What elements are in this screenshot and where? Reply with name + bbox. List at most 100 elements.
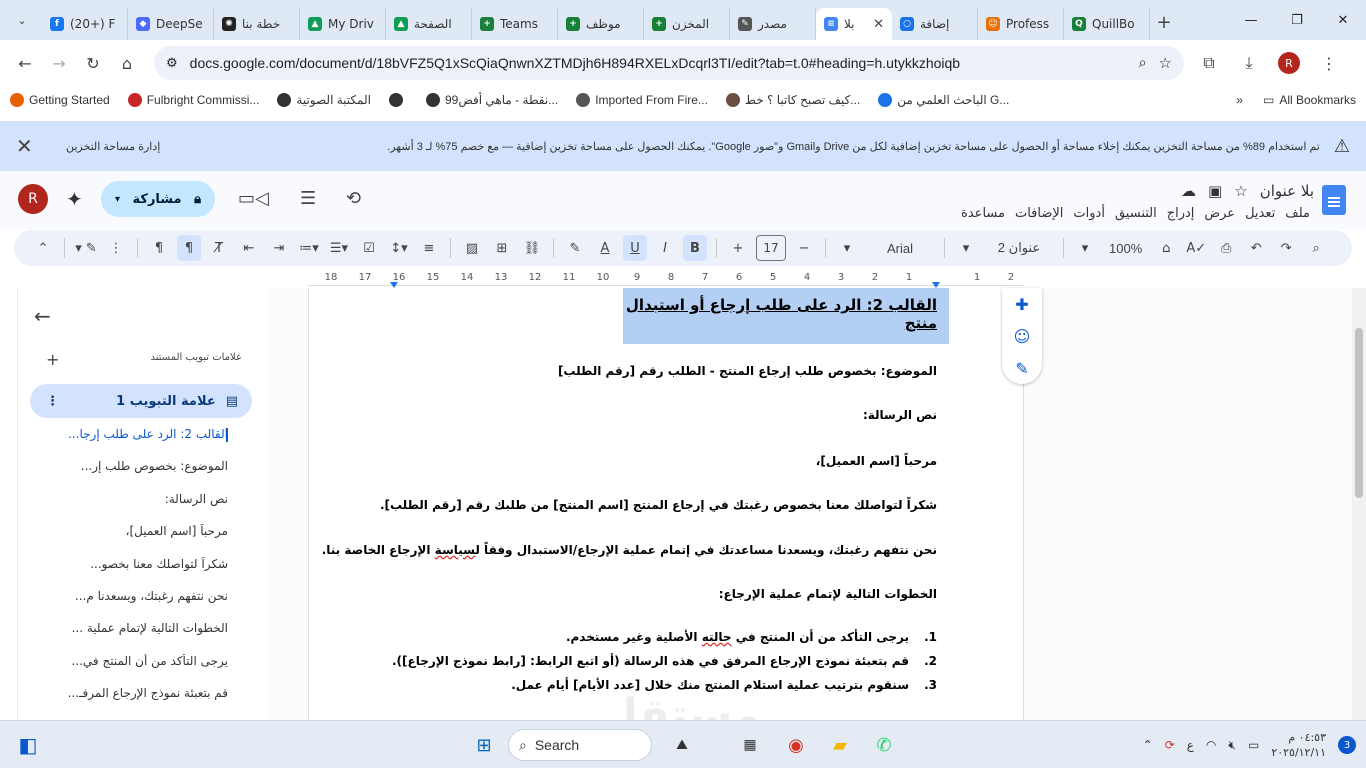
align-icon[interactable]: ≡ xyxy=(417,235,441,261)
heading-2[interactable]: القالب 2: الرد على طلب إرجاع أو استبدال … xyxy=(623,288,949,344)
forward-icon[interactable]: → xyxy=(42,46,76,80)
text-color-icon[interactable]: A xyxy=(593,235,617,261)
menu-item[interactable]: الإضافات xyxy=(1015,206,1063,221)
minimize-icon[interactable]: — xyxy=(1228,0,1274,40)
add-tab-icon[interactable]: + xyxy=(46,350,59,369)
subject-line[interactable]: الموضوع: بخصوص طلب إرجاع المنتج - الطلب … xyxy=(558,364,937,378)
start-icon[interactable]: ⊞ xyxy=(470,731,498,759)
browser-tab[interactable]: ◆ DeepSe xyxy=(128,8,214,40)
restore-icon[interactable]: ❐ xyxy=(1274,0,1320,40)
share-dropdown-icon[interactable]: ▾ xyxy=(115,194,120,205)
outline-heading[interactable]: القالب 2: الرد على طلب إرجا... xyxy=(28,427,228,459)
bookmark-item[interactable] xyxy=(388,93,408,107)
url-text[interactable]: docs.google.com/document/d/18bVFZ5Q1xScQ… xyxy=(190,55,1127,71)
home-icon[interactable]: ⌂ xyxy=(110,46,144,80)
paint-format-icon[interactable]: ⌂ xyxy=(1154,235,1178,261)
indent-icon[interactable]: ⇤ xyxy=(237,235,261,261)
reload-icon[interactable]: ↻ xyxy=(76,46,110,80)
italic-icon[interactable]: I xyxy=(653,235,677,261)
doc-title[interactable]: بلا عنوان xyxy=(1260,182,1314,200)
collapse-menus-icon[interactable]: ⌃ xyxy=(31,235,55,261)
line-spacing-icon[interactable]: ↕▾ xyxy=(387,235,411,261)
account-avatar[interactable]: R xyxy=(18,184,48,214)
history-icon[interactable]: ⟲ xyxy=(346,188,361,209)
bookmark-star-icon[interactable]: ☆ xyxy=(1159,54,1172,72)
menu-item[interactable]: ملف xyxy=(1285,206,1310,221)
emoji-reaction-icon[interactable]: ☺ xyxy=(1014,327,1031,346)
tab-search-icon[interactable]: ⌄ xyxy=(8,6,36,34)
browser-tab[interactable]: ▲ الصفحة xyxy=(386,8,472,40)
bookmark-item[interactable]: كيف تصبح كاتبا ؟ خط... xyxy=(725,93,860,107)
widget-icon[interactable]: ⛰ xyxy=(668,731,696,759)
outline-heading[interactable]: شكراً لتواصلك معنا بخصو... xyxy=(28,557,228,589)
underline-icon[interactable]: U xyxy=(623,235,647,261)
tab-options-icon[interactable]: ⋮ xyxy=(46,394,59,409)
move-icon[interactable]: ▣ xyxy=(1208,182,1222,200)
tray-overflow-icon[interactable]: ⌃ xyxy=(1143,738,1153,752)
redo-icon[interactable]: ↷ xyxy=(1274,235,1298,261)
rtl-icon[interactable]: ¶ xyxy=(177,235,201,261)
clock[interactable]: ٠٤:٥٣ م ٢٠٢٥/١٢/١١ xyxy=(1271,730,1326,760)
clear-formatting-icon[interactable]: T̸ xyxy=(207,235,231,261)
volume-mute-icon[interactable]: 🔇︎ xyxy=(1228,738,1236,753)
menu-icon[interactable]: ⋮ xyxy=(1312,46,1346,80)
zoom-dropdown-icon[interactable]: ▾ xyxy=(1073,235,1097,261)
next-steps-label[interactable]: الخطوات التالية لإتمام عملية الإرجاع: xyxy=(719,587,937,601)
address-bar[interactable]: ⚙ docs.google.com/document/d/18bVFZ5Q1xS… xyxy=(154,46,1184,80)
undo-icon[interactable]: ↶ xyxy=(1244,235,1268,261)
bookmark-item[interactable]: Imported From Fire... xyxy=(576,93,708,107)
outline-heading[interactable]: مرحباً [اسم العميل]، xyxy=(28,524,228,556)
highlight-icon[interactable]: ✎ xyxy=(563,235,587,261)
gemini-icon[interactable]: ✦ xyxy=(66,187,83,211)
bookmark-item[interactable]: Fulbright Commissi... xyxy=(127,93,259,107)
font-select[interactable]: Arial xyxy=(865,235,935,261)
back-icon[interactable]: ← xyxy=(8,46,42,80)
body-label[interactable]: نص الرسالة: xyxy=(863,408,937,422)
calculator-icon[interactable]: ▦ xyxy=(736,731,764,759)
numbered-step[interactable]: قم بتعبئة نموذج الإرجاع المرفق في هذه ال… xyxy=(392,654,937,678)
outline-heading[interactable]: قم بتعبئة نموذج الإرجاع المرفـ... xyxy=(28,686,228,718)
bookmark-item[interactable]: Getting Started xyxy=(10,93,110,107)
numbered-step[interactable]: يرجى التأكد من أن المنتج في حالته الأصلي… xyxy=(392,630,937,654)
comments-icon[interactable]: ☰ xyxy=(300,188,316,209)
editing-mode-dropdown-icon[interactable]: ▾ ✎ xyxy=(74,235,98,261)
close-tab-icon[interactable]: ✕ xyxy=(873,17,884,32)
site-info-icon[interactable]: ⚙ xyxy=(166,56,178,71)
show-desktop-icon[interactable]: ◧ xyxy=(14,731,42,759)
menu-item[interactable]: عرض xyxy=(1204,206,1235,221)
whatsapp-icon[interactable]: ✆ xyxy=(870,731,898,759)
scroll-thumb[interactable] xyxy=(1355,328,1363,498)
all-bookmarks-button[interactable]: ▭ All Bookmarks xyxy=(1263,93,1356,107)
browser-tab[interactable]: ○ إضافة xyxy=(892,8,978,40)
menu-item[interactable]: إدراج xyxy=(1167,206,1195,221)
file-explorer-icon[interactable]: ▰ xyxy=(826,731,854,759)
outline-heading[interactable]: الخطوات التالية لإتمام عملية ... xyxy=(28,621,228,653)
suggest-edits-icon[interactable]: ✎ xyxy=(1015,359,1028,378)
browser-tab[interactable]: ✎ مصدر xyxy=(730,8,816,40)
search-menus-icon[interactable]: ⌕ xyxy=(1304,235,1328,261)
cloud-status-icon[interactable]: ☁ xyxy=(1181,182,1196,200)
horizontal-ruler[interactable]: 2 1 1 2 3 4 5 6 7 8 9 10 11 12 13 14 15 16 17 18 xyxy=(0,270,1366,288)
link-icon[interactable]: ⛓ xyxy=(520,235,544,261)
thanks-paragraph[interactable]: شكراً لتواصلك معنا بخصوص رغبتك في إرجاع … xyxy=(380,498,937,512)
outline-heading[interactable]: نحن نتفهم رغبتك، ويسعدنا م... xyxy=(28,589,228,621)
browser-tab[interactable]: + المخزن xyxy=(644,8,730,40)
add-comment-float-icon[interactable]: ✚ xyxy=(1015,295,1028,314)
browser-tab[interactable]: + Teams xyxy=(472,8,558,40)
understand-paragraph[interactable]: نحن نتفهم رغبتك، ويسعدنا مساعدتك في إتما… xyxy=(322,543,937,557)
outline-heading[interactable]: يرجى التأكد من أن المنتج في... xyxy=(28,654,228,686)
language-indicator[interactable]: ع xyxy=(1187,738,1194,752)
style-select[interactable]: عنوان 2 xyxy=(984,235,1054,261)
browser-tab[interactable]: + موظف xyxy=(558,8,644,40)
meet-icon[interactable]: ▭◁ xyxy=(238,188,269,209)
bookmark-item[interactable]: 99نقطة - ماهي أفض... xyxy=(425,93,558,107)
checklist-icon[interactable]: ☑ xyxy=(357,235,381,261)
docs-logo-icon[interactable] xyxy=(1322,185,1346,215)
close-banner-icon[interactable]: ✕ xyxy=(16,134,36,159)
close-window-icon[interactable]: ✕ xyxy=(1320,0,1366,40)
manage-storage-link[interactable]: إدارة مساحة التخزين xyxy=(66,140,160,153)
chrome-icon[interactable]: ◉ xyxy=(782,731,810,759)
menu-item[interactable]: أدوات xyxy=(1073,206,1105,221)
bold-icon[interactable]: B xyxy=(683,235,707,261)
new-tab-button[interactable]: + xyxy=(1150,8,1178,36)
